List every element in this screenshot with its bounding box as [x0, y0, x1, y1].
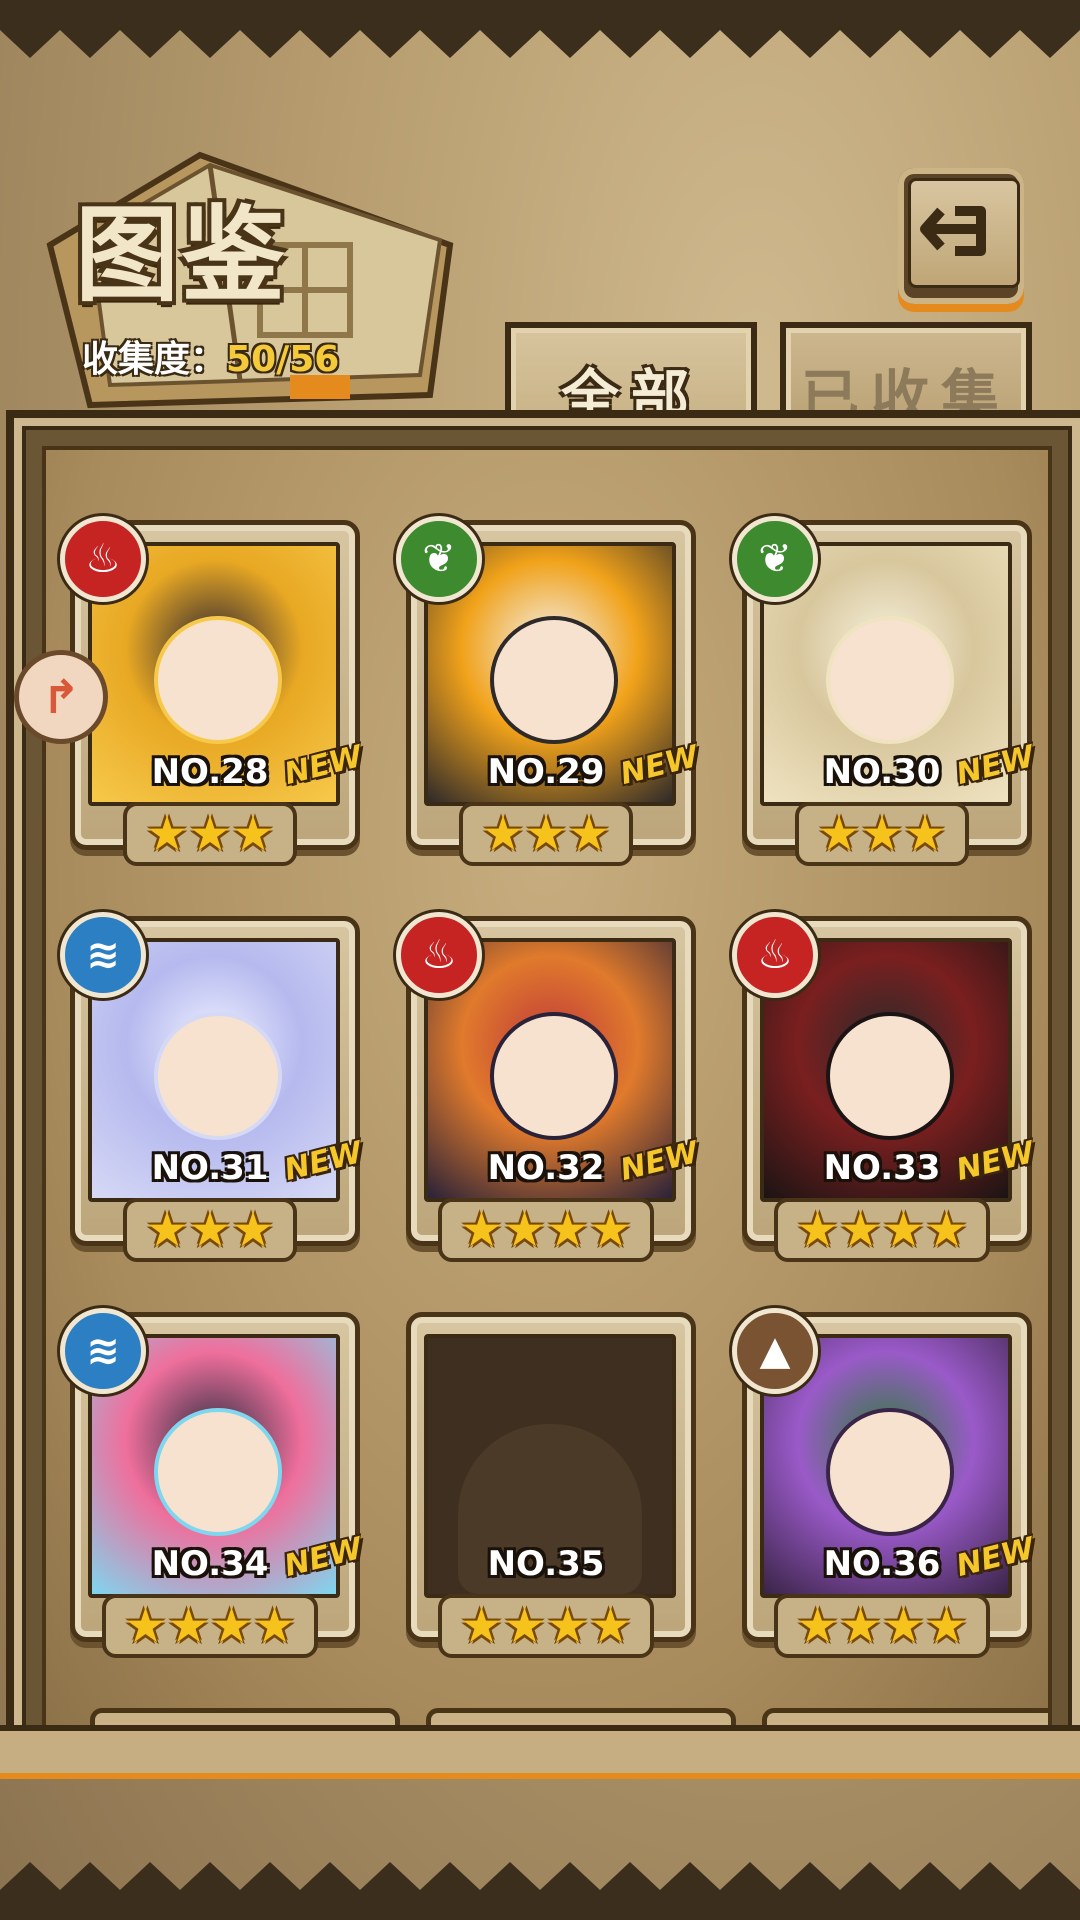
portrait-figure [826, 1012, 954, 1140]
rarity-stars: ★★★★ [732, 1198, 1032, 1262]
bottom-zigzag-border [0, 1862, 1080, 1920]
star-icon: ★★★★ [773, 1594, 991, 1658]
codex-card[interactable]: NO.36 NEW ★★★★ ▲ [732, 1308, 1038, 1658]
codex-card[interactable]: NO.34 NEW ★★★★ ≋ [60, 1308, 366, 1658]
rarity-stars: ★★★★ [396, 1198, 696, 1262]
star-icon: ★★★ [795, 802, 969, 866]
back-button[interactable] [898, 168, 1024, 304]
top-zigzag-border [0, 0, 1080, 58]
codex-screen: 图鉴 收集度：50/56 全部 已收集 NO.28 NEW ★★★ ♨ NO.29 NEW… [0, 0, 1080, 1920]
codex-card[interactable]: NO.33 NEW ★★★★ ♨ [732, 912, 1038, 1262]
codex-card[interactable]: NO.29 NEW ★★★ ❦ [396, 516, 702, 866]
rarity-stars: ★★★★ [60, 1594, 360, 1658]
codex-card[interactable]: NO.35 ★★★★ [396, 1312, 696, 1658]
water-icon: ≋ [60, 1308, 146, 1394]
rarity-stars: ★★★ [396, 802, 696, 866]
collection-label: 收集度： [82, 339, 227, 380]
star-icon: ★★★ [123, 1198, 297, 1262]
leaf-icon: ❦ [396, 516, 482, 602]
rarity-stars: ★★★★ [732, 1594, 1032, 1658]
portrait-figure [826, 616, 954, 744]
portrait-figure [490, 616, 618, 744]
star-icon: ★★★ [459, 802, 633, 866]
return-arrow-icon [920, 206, 986, 256]
rarity-stars: ★★★ [732, 802, 1032, 866]
star-icon: ★★★★ [437, 1198, 655, 1262]
portrait-figure [826, 1408, 954, 1536]
leaf-icon: ❦ [732, 516, 818, 602]
fire-icon: ♨ [60, 516, 146, 602]
star-icon: ★★★★ [437, 1594, 655, 1658]
back-button-face [908, 178, 1020, 288]
rarity-stars: ★★★ [60, 802, 360, 866]
rarity-stars: ★★★ [60, 1198, 360, 1262]
page-title: 图鉴 [75, 193, 288, 316]
star-icon: ★★★ [123, 802, 297, 866]
share-arrow-icon[interactable]: ↱ [14, 650, 108, 744]
portrait-figure [490, 1012, 618, 1140]
star-icon: ★★★★ [101, 1594, 319, 1658]
portrait-figure [154, 1012, 282, 1140]
collection-progress: 收集度：50/56 [82, 330, 339, 382]
card-number: NO.35 [487, 1544, 605, 1584]
codex-card[interactable]: NO.32 NEW ★★★★ ♨ [396, 912, 702, 1262]
codex-panel: NO.28 NEW ★★★ ♨ NO.29 NEW ★★★ ❦ NO.30 NEW ★★★ ❦ NO.3… [6, 410, 1080, 1776]
panel-bottom-bar [0, 1725, 1080, 1779]
star-icon: ★★★★ [773, 1198, 991, 1262]
codex-card[interactable]: NO.30 NEW ★★★ ❦ [732, 516, 1038, 866]
rarity-stars: ★★★★ [396, 1594, 696, 1658]
portrait-figure [154, 1408, 282, 1536]
codex-card[interactable]: NO.31 NEW ★★★ ≋ [60, 912, 366, 1262]
water-icon: ≋ [60, 912, 146, 998]
card-grid[interactable]: NO.28 NEW ★★★ ♨ NO.29 NEW ★★★ ❦ NO.30 NEW ★★★ ❦ NO.3… [42, 446, 1052, 1740]
fire-icon: ♨ [732, 912, 818, 998]
fire-icon: ♨ [396, 912, 482, 998]
collection-value: 50/56 [226, 339, 340, 380]
earth-icon: ▲ [732, 1308, 818, 1394]
portrait-figure [154, 616, 282, 744]
